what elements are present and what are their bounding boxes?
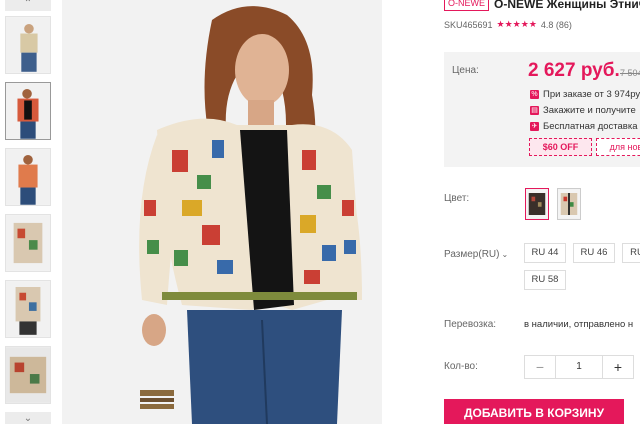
old-price: 7 504 (620, 68, 640, 78)
chevron-down-icon: ⌄ (23, 413, 33, 424)
main-product-image[interactable] (62, 0, 382, 424)
add-to-cart-button[interactable]: ДОБАВИТЬ В КОРЗИНУ (444, 399, 624, 424)
thumbnail-scroll-down-button[interactable]: ⌄ (5, 412, 51, 424)
thumbnail-image[interactable] (5, 280, 51, 338)
size-option[interactable]: RU 58 (524, 270, 566, 290)
product-info-panel: O-NEWE O-NEWE Женщины Этничес SKU465691 … (438, 0, 640, 424)
thumbnail-strip: ⌃ ⌄ (0, 0, 58, 424)
shipping-label: Перевозка: (444, 319, 497, 330)
shipping-value: в наличии, отправлено н (524, 319, 634, 330)
promo-line[interactable]: ▤ Закажите и получите (530, 105, 636, 116)
title-row: O-NEWE O-NEWE Женщины Этничес (444, 0, 640, 11)
quantity-label: Кол-во: (444, 361, 478, 372)
thumbnail-image[interactable] (5, 346, 51, 404)
color-swatch[interactable] (525, 188, 549, 220)
promo-line[interactable]: % При заказе от 3 974ру (530, 89, 640, 100)
promo-text: Бесплатная доставка (543, 121, 638, 132)
coupon-icon: ▤ (530, 106, 539, 115)
price-label: Цена: (452, 65, 479, 76)
current-price: 2 627 руб. (528, 60, 620, 81)
quantity-decrease-button[interactable]: − (524, 355, 556, 379)
new-user-coupon[interactable]: для нов (596, 138, 640, 156)
thumbnail-image-active[interactable] (5, 82, 51, 140)
promo-line[interactable]: ✈ Бесплатная доставка (530, 121, 638, 132)
brand-badge[interactable]: O-NEWE (444, 0, 489, 11)
rating-stars-icon[interactable]: ★★★★★ (497, 19, 537, 30)
quantity-input[interactable]: 1 (555, 355, 603, 379)
chevron-down-icon: ⌄ (501, 250, 509, 259)
thumbnail-scroll-up-button[interactable]: ⌃ (5, 0, 51, 11)
thumbnail-image[interactable] (5, 214, 51, 272)
plane-icon: ✈ (530, 122, 539, 131)
rating-value[interactable]: 4.8 (86) (541, 20, 572, 30)
sku-text: SKU465691 (444, 19, 493, 30)
color-swatch[interactable] (557, 188, 581, 220)
thumbnail-image[interactable] (5, 16, 51, 74)
coupon-badge[interactable]: $60 OFF (529, 138, 592, 156)
size-label: Размер(RU) (444, 249, 500, 260)
product-title: O-NEWE Женщины Этничес (494, 0, 640, 11)
promo-text: Закажите и получите (543, 105, 636, 116)
sku-row: SKU465691 ★★★★★ 4.8 (86) (444, 19, 572, 30)
size-option[interactable]: RU (622, 243, 640, 263)
price-box: Цена: 2 627 руб. 7 504 % При заказе от 3… (444, 52, 640, 167)
chevron-up-icon: ⌃ (23, 0, 33, 9)
percent-icon: % (530, 90, 539, 99)
size-option[interactable]: RU 44 (524, 243, 566, 263)
promo-text: При заказе от 3 974ру (543, 89, 640, 100)
quantity-increase-button[interactable]: + (602, 355, 634, 379)
size-option[interactable]: RU 46 (573, 243, 615, 263)
thumbnail-image[interactable] (5, 148, 51, 206)
size-label-row[interactable]: Размер(RU) ⌄ (444, 249, 508, 260)
color-label: Цвет: (444, 193, 470, 204)
